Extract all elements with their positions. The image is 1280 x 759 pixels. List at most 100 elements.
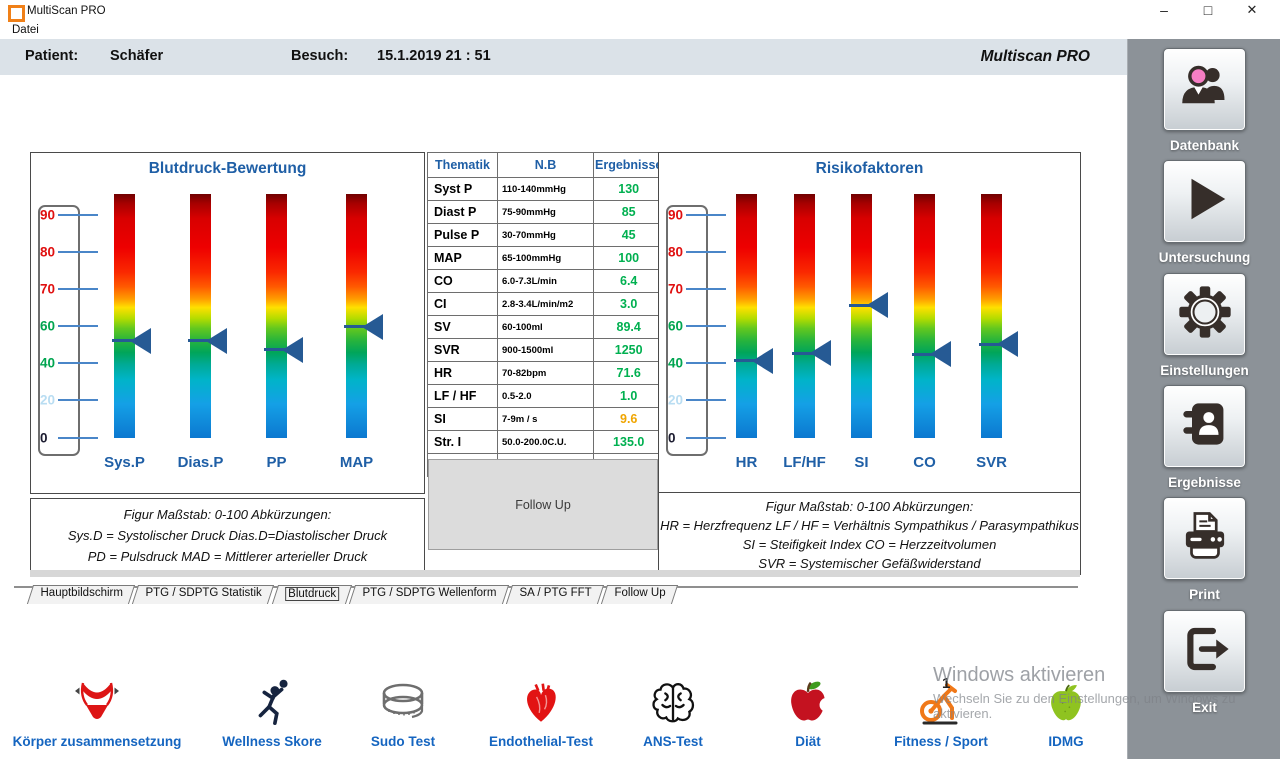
exit-icon — [1178, 622, 1232, 681]
axis-tick-label: 20 — [668, 393, 683, 408]
gear-icon — [1177, 284, 1233, 345]
axis-tick-line — [686, 362, 726, 364]
tab-ptg-sdptg-wellenform[interactable]: PTG / SDPTG Wellenform — [349, 585, 509, 604]
marker-arrow-icon — [130, 328, 151, 354]
axis-tick-label: 0 — [40, 431, 48, 446]
footnote-line: SI = Steifigkeit Index CO = Herzzeitvolu… — [659, 535, 1080, 554]
risk-gradient-bar — [736, 194, 757, 438]
footnote-line: PD = Pulsdruck MAD = Mittlerer arteriell… — [31, 546, 424, 567]
menu-item-datei[interactable]: Datei — [8, 22, 43, 40]
app-logo-icon — [8, 5, 25, 22]
row-value: 6.4 — [594, 270, 664, 293]
axis-tick-line — [58, 214, 98, 216]
marker-arrow-icon — [206, 328, 227, 354]
row-label: CO — [428, 270, 498, 293]
svg-text:1: 1 — [942, 676, 950, 692]
axis-tick-label: 70 — [668, 282, 683, 297]
row-value: 135.0 — [594, 431, 664, 454]
row-value: 45 — [594, 224, 664, 247]
tab-sa-ptg-fft[interactable]: SA / PTG FFT — [506, 585, 604, 604]
row-range: 2.8-3.4L/min/m2 — [498, 293, 594, 316]
sidebar-button-ergebnisse[interactable] — [1163, 385, 1246, 468]
chart-title: Blutdruck-Bewertung — [31, 160, 424, 178]
axis-tick-label: 70 — [40, 282, 55, 297]
address-book-icon — [1179, 398, 1231, 455]
row-label: Pulse P — [428, 224, 498, 247]
bottom-nav-idmg[interactable]: IDMG — [976, 672, 1156, 749]
chart-area: 9080706040200Sys.PDias.PPPMAP — [31, 194, 424, 438]
marker-arrow-icon — [362, 314, 383, 340]
row-value: 71.6 — [594, 362, 664, 385]
table-header-n.b: N.B — [498, 153, 594, 178]
risk-gradient-bar — [114, 194, 135, 438]
row-range: 900-1500ml — [498, 339, 594, 362]
tab-ptg-sdptg-statistik[interactable]: PTG / SDPTG Statistik — [132, 585, 274, 604]
row-range: 75-90mmHg — [498, 201, 594, 224]
row-value: 9.6 — [594, 408, 664, 431]
patient-name: Schäfer — [110, 48, 163, 64]
sidebar-button-print[interactable] — [1163, 497, 1246, 580]
axis-tick-line — [58, 325, 98, 327]
footnote-line: HR = Herzfrequenz LF / HF = Verhältnis S… — [659, 516, 1080, 535]
table-row: Diast P75-90mmHg85 — [428, 201, 664, 224]
tab-follow-up[interactable]: Follow Up — [601, 585, 678, 604]
row-range: 110-140mmHg — [498, 178, 594, 201]
sidebar-button-einstellungen[interactable] — [1163, 273, 1246, 356]
visit-label: Besuch: — [291, 48, 348, 64]
sidebar-button-datenbank[interactable] — [1163, 48, 1246, 131]
tab-blutdruck[interactable]: Blutdruck — [272, 585, 352, 604]
row-range: 60-100ml — [498, 316, 594, 339]
row-range: 30-70mmHg — [498, 224, 594, 247]
brand-title: Multiscan PRO — [981, 48, 1090, 66]
chart-area: 9080706040200HRLF/HFSICOSVR — [659, 194, 1080, 438]
divider — [30, 570, 1080, 577]
footnote-line: Figur Maßstab: 0-100 Abkürzungen: — [659, 497, 1080, 516]
title-bar: MultiScan PRO –□✕ — [0, 0, 1280, 22]
row-label: MAP — [428, 247, 498, 270]
table-row: CO6.0-7.3L/min6.4 — [428, 270, 664, 293]
follow-up-button[interactable]: Follow Up — [428, 459, 658, 550]
axis-tick-line — [686, 437, 726, 439]
risikofaktoren-panel: Risikofaktoren9080706040200HRLF/HFSICOSV… — [658, 152, 1081, 494]
tab-label: Follow Up — [614, 587, 665, 599]
row-range: 7-9m / s — [498, 408, 594, 431]
printer-icon — [1178, 509, 1232, 568]
axis-tick-line — [686, 325, 726, 327]
row-label: Diast P — [428, 201, 498, 224]
table-header-row: ThematikN.BErgebnisse — [428, 153, 664, 178]
table-row: Syst P110-140mmHg130 — [428, 178, 664, 201]
row-range: 50.0-200.0C.U. — [498, 431, 594, 454]
tab-hauptbildschirm[interactable]: Hauptbildschirm — [27, 585, 136, 604]
marker-arrow-icon — [752, 348, 773, 374]
axis-tick-line — [686, 399, 726, 401]
sidebar-button-exit[interactable] — [1163, 610, 1246, 693]
row-label: CI — [428, 293, 498, 316]
minimize-button[interactable]: – — [1142, 0, 1186, 22]
axis-tick-label: 80 — [40, 245, 55, 260]
table-row: MAP65-100mmHg100 — [428, 247, 664, 270]
sidebar-button-untersuchung[interactable] — [1163, 160, 1246, 243]
row-range: 6.0-7.3L/min — [498, 270, 594, 293]
footnote-line: Sys.D = Systolischer Druck Dias.D=Diasto… — [31, 525, 424, 546]
axis-tick-line — [686, 251, 726, 253]
bottom-nav-k-rper-zusammensetzung[interactable]: Körper zusammensetzung — [7, 672, 187, 749]
header-strip: Patient: Schäfer Besuch: 15.1.2019 21 : … — [0, 39, 1127, 75]
play-icon — [1178, 172, 1232, 231]
axis-tick-label: 20 — [40, 393, 55, 408]
marker-arrow-icon — [282, 337, 303, 363]
row-label: SVR — [428, 339, 498, 362]
tab-label: PTG / SDPTG Wellenform — [362, 587, 496, 599]
table-row: SVR900-1500ml1250 — [428, 339, 664, 362]
bottom-nav-label: IDMG — [976, 734, 1156, 749]
table-row: Str. I50.0-200.0C.U.135.0 — [428, 431, 664, 454]
risikofaktoren-footnote: Figur Maßstab: 0-100 Abkürzungen:HR = He… — [658, 492, 1081, 575]
maximize-button[interactable]: □ — [1186, 0, 1230, 22]
row-label: SV — [428, 316, 498, 339]
sidebar-label-untersuchung: Untersuchung — [1128, 250, 1280, 265]
table-row: CI2.8-3.4L/min/m23.0 — [428, 293, 664, 316]
table-header-ergebnisse: Ergebnisse — [594, 153, 664, 178]
axis-tick-line — [686, 214, 726, 216]
axis-tick-line — [58, 362, 98, 364]
row-value: 3.0 — [594, 293, 664, 316]
close-button[interactable]: ✕ — [1230, 0, 1274, 22]
